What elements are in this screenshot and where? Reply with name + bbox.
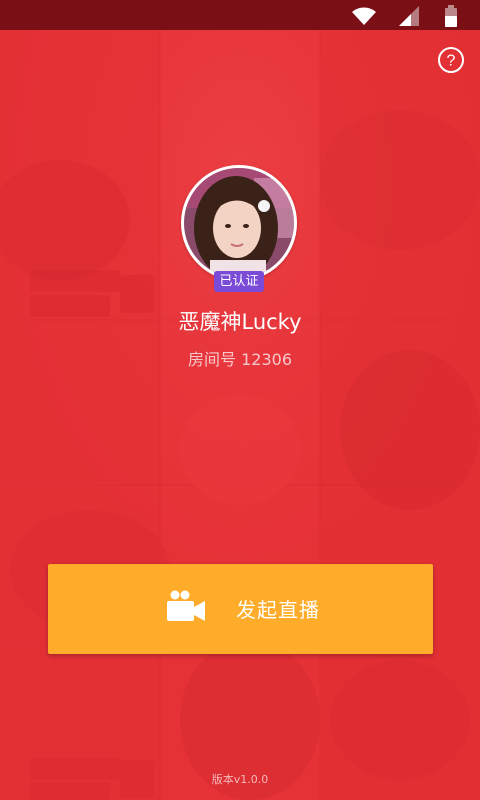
signal-icon <box>399 6 419 26</box>
room-number: 12306 <box>241 350 292 369</box>
avatar-portrait <box>184 168 294 278</box>
wifi-icon <box>352 7 376 25</box>
avatar-frame[interactable] <box>181 165 297 281</box>
video-camera-icon <box>167 590 205 621</box>
help-symbol: ? <box>447 53 456 70</box>
start-live-label: 发起直播 <box>236 598 320 622</box>
streamer-name: 恶魔神Lucky <box>178 310 302 334</box>
background-collage <box>0 30 480 800</box>
battery-icon <box>445 5 457 27</box>
room-info: 房间号 12306 <box>0 348 480 372</box>
verified-badge: 已认证 <box>214 271 264 292</box>
avatar <box>184 168 294 278</box>
help-button[interactable]: ? <box>436 45 466 75</box>
room-label: 房间号 <box>188 350 242 369</box>
start-live-button[interactable]: 发起直播 <box>48 564 433 654</box>
status-bar <box>0 0 480 30</box>
question-circle-icon: ? <box>438 47 464 73</box>
version-text: 版本v1.0.0 <box>211 773 269 786</box>
